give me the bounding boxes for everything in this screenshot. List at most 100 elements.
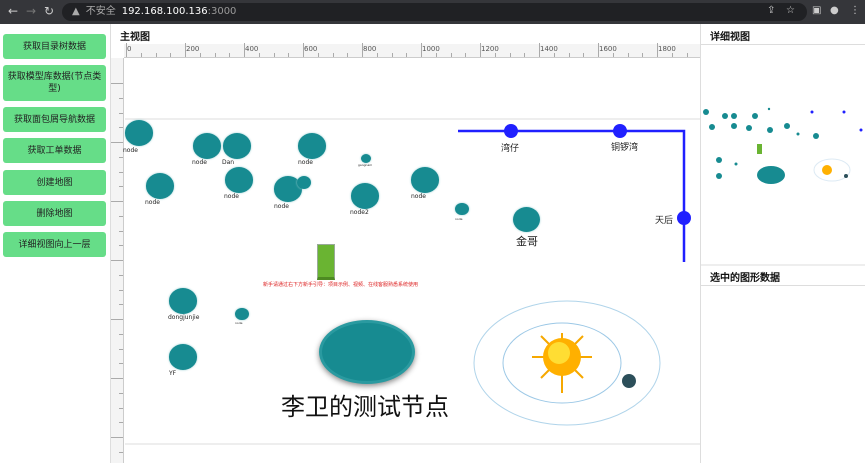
divider <box>701 264 865 266</box>
graph-canvas[interactable]: 湾仔 铜锣湾 天后 node node Dan node gangnam node node… <box>123 59 700 463</box>
ruler-tick <box>111 83 123 84</box>
earth-icon[interactable] <box>622 374 636 388</box>
ruler-label: 400 <box>111 253 112 266</box>
ruler-tick <box>119 407 123 409</box>
get-model-library-button[interactable]: 获取模型库数据(节点类型) <box>3 65 106 101</box>
ruler-tick <box>119 392 123 394</box>
address-bar[interactable]: ▲ 不安全 192.168.100.136:3000 <box>62 3 807 21</box>
ruler-tick <box>140 53 142 57</box>
ruler-label: 1600 <box>599 45 617 53</box>
share-icon[interactable]: ⇪ <box>767 5 775 16</box>
get-tree-button[interactable]: 获取目录树数据 <box>3 34 106 59</box>
ruler-tick <box>119 348 123 350</box>
get-workorder-button[interactable]: 获取工单数据 <box>3 138 106 163</box>
create-map-button[interactable]: 创建地图 <box>3 170 106 195</box>
ruler-tick <box>119 230 123 232</box>
ruler-tick <box>119 304 123 306</box>
ruler-tick <box>568 53 570 57</box>
ruler-tick <box>119 333 123 335</box>
ruler-label: 600 <box>304 45 318 53</box>
delete-map-button[interactable]: 删除地图 <box>3 201 106 226</box>
ruler-label: 0 <box>127 45 132 53</box>
node-label: node <box>411 193 426 200</box>
star-icon[interactable]: ☆ <box>786 5 795 16</box>
graph-node[interactable] <box>361 153 371 163</box>
ruler-label: 200 <box>111 194 112 207</box>
graph-node[interactable] <box>223 133 251 159</box>
get-breadcrumb-button[interactable]: 获取面包屑导航数据 <box>3 107 106 132</box>
ruler-tick <box>258 53 260 57</box>
ruler-tick <box>199 53 201 57</box>
graph-node[interactable] <box>169 344 197 370</box>
green-rect-shape[interactable] <box>317 244 335 280</box>
ruler-tick <box>288 53 290 57</box>
graph-node[interactable] <box>193 133 221 159</box>
ruler-tick <box>111 260 123 261</box>
ruler-tick <box>465 53 467 57</box>
sidebar-icon[interactable]: ▣ <box>812 5 821 16</box>
station-wanchai[interactable] <box>504 124 518 138</box>
divider <box>701 44 865 45</box>
ruler-tick <box>119 422 123 424</box>
ruler-label: 800 <box>111 371 112 384</box>
node-label: node2 <box>350 209 369 216</box>
profile-icon[interactable]: ● <box>830 5 839 16</box>
back-icon[interactable]: ← <box>8 4 18 18</box>
ruler-tick <box>524 53 526 57</box>
station-label: 湾仔 <box>501 144 520 154</box>
browser-toolbar: ← → ↻ ▲ 不安全 192.168.100.136:3000 ⇪ ☆ ▣ ● ⋮ <box>0 0 865 24</box>
security-label: 不安全 <box>85 6 116 17</box>
ruler-tick <box>671 53 673 57</box>
ruler-tick <box>642 53 644 57</box>
node-label: node <box>455 217 463 221</box>
graph-node[interactable] <box>146 173 174 199</box>
ruler-tick <box>494 53 496 57</box>
graph-node[interactable] <box>125 120 153 146</box>
ruler-tick <box>317 53 319 57</box>
ruler-label: 1000 <box>111 425 112 443</box>
ruler-tick <box>509 53 511 57</box>
graph-node[interactable] <box>351 183 379 209</box>
detail-up-button[interactable]: 详细视图向上一层 <box>3 232 106 257</box>
station-tin-hau[interactable] <box>677 211 691 225</box>
selected-data-title: 选中的图形数据 <box>710 273 780 284</box>
test-node[interactable] <box>319 320 415 384</box>
station-causeway-bay[interactable] <box>613 124 627 138</box>
reload-icon[interactable]: ↻ <box>44 4 54 18</box>
ruler-tick <box>111 201 123 202</box>
detail-minimap[interactable] <box>701 104 865 194</box>
sun-icon[interactable] <box>532 333 592 393</box>
divider <box>701 285 865 286</box>
ruler-tick <box>376 53 378 57</box>
ruler-label: 800 <box>363 45 377 53</box>
right-panel: 详细视图 选中的图形数据 <box>701 24 865 463</box>
ruler-tick <box>229 53 231 57</box>
graph-node[interactable] <box>298 133 326 159</box>
ruler-label: 400 <box>245 45 259 53</box>
ruler-tick <box>214 53 216 57</box>
graph-node[interactable] <box>411 167 439 193</box>
sidebar: 获取目录树数据 获取模型库数据(节点类型) 获取面包屑导航数据 获取工单数据 创… <box>0 24 111 463</box>
node-jinge[interactable] <box>513 207 540 232</box>
node-label: dongjunjie <box>168 314 200 321</box>
ruler-tick <box>119 156 123 158</box>
graph-node[interactable] <box>225 167 253 193</box>
ruler-tick <box>119 186 123 188</box>
graph-node[interactable] <box>297 176 311 189</box>
ruler-label: 0 <box>111 144 112 148</box>
ruler-tick <box>686 53 688 57</box>
ruler-tick <box>273 53 275 57</box>
ruler-tick <box>450 53 452 57</box>
url-port: :3000 <box>207 6 237 17</box>
test-node-label: 李卫的测试节点 <box>281 393 449 421</box>
node-label: node <box>235 321 243 325</box>
ruler-tick <box>119 274 123 276</box>
ruler-tick <box>119 127 123 129</box>
ruler-tick <box>111 319 123 320</box>
main-view: 主视图 0 200 400 600 800 1000 1200 1400 1600 1800 0 2… <box>111 24 701 463</box>
graph-node[interactable] <box>169 288 197 314</box>
menu-icon[interactable]: ⋮ <box>850 5 860 16</box>
ruler-label: 600 <box>111 312 112 325</box>
ruler-tick <box>612 53 614 57</box>
forward-icon[interactable]: → <box>26 4 36 18</box>
